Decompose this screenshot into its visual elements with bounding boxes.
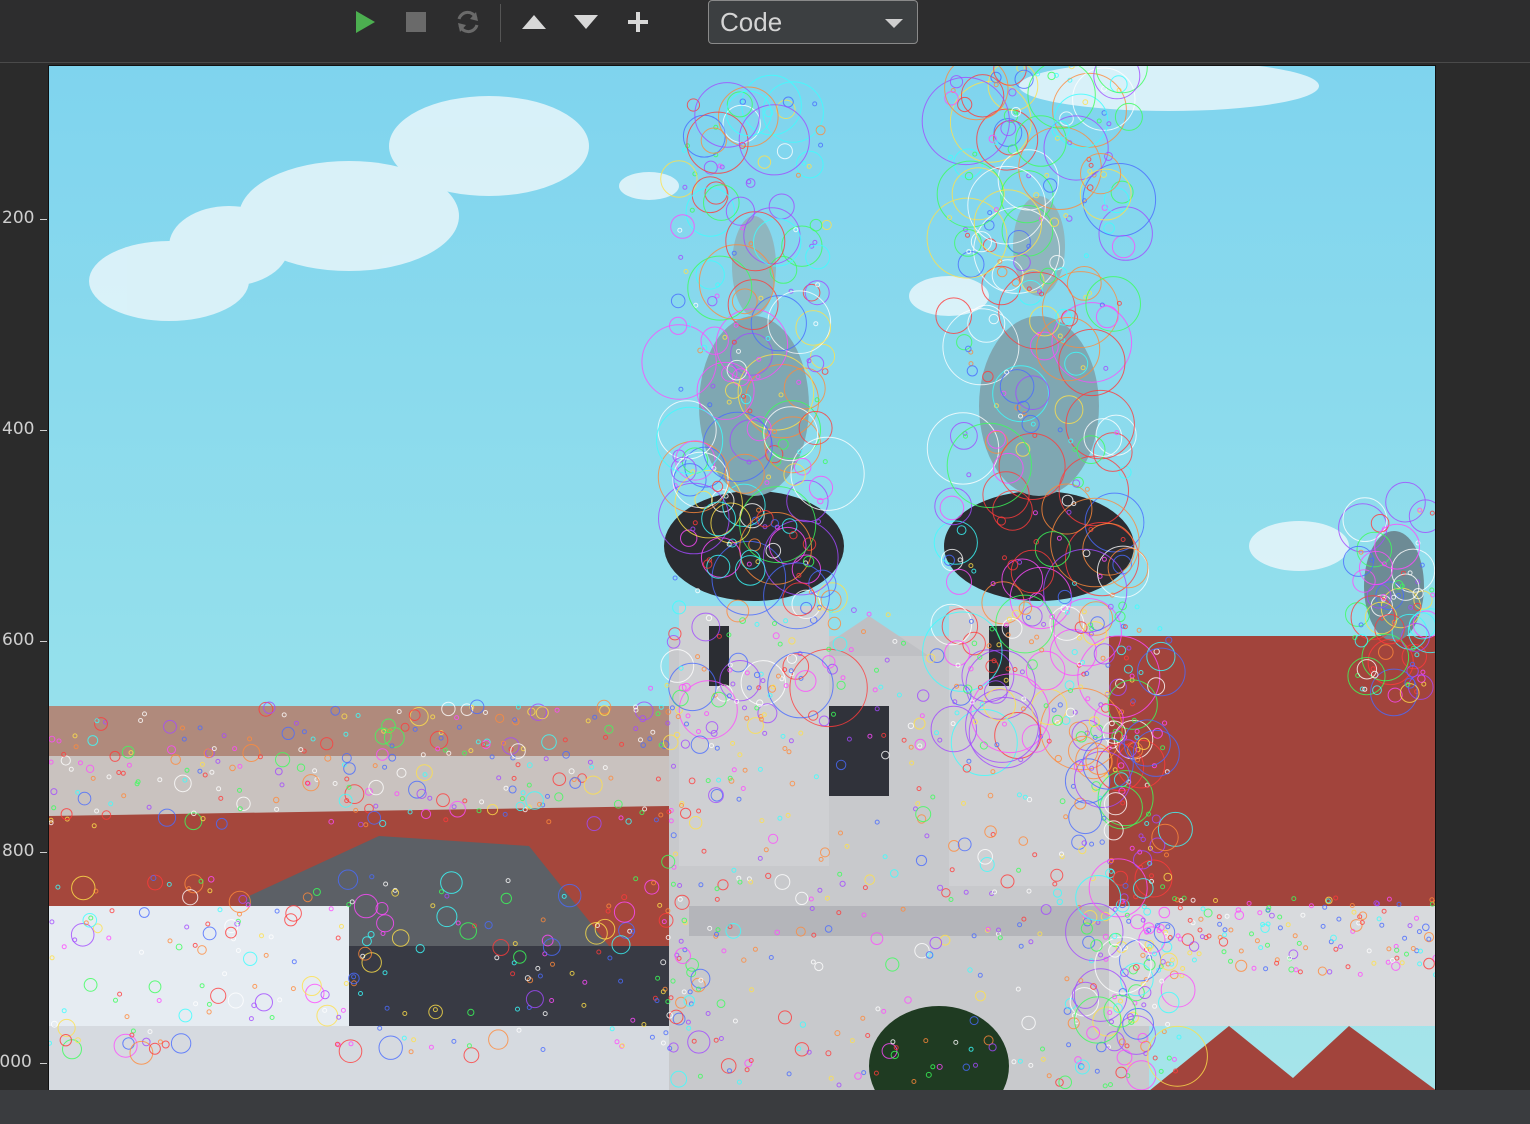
church-photo-with-keypoints xyxy=(49,66,1435,1090)
output-footer xyxy=(0,1090,1530,1124)
cell-type-label: Code xyxy=(720,6,783,37)
y-tick-mark xyxy=(40,1063,47,1064)
restart-icon xyxy=(457,10,479,34)
toolbar-separator xyxy=(500,4,501,42)
stop-button[interactable] xyxy=(396,2,436,42)
right-red-roof xyxy=(1109,636,1435,906)
cell-type-dropdown[interactable]: Code xyxy=(708,0,918,44)
chevron-down-icon xyxy=(885,19,903,28)
y-tick-label: ,000 xyxy=(0,1052,32,1072)
y-tick-label: 800 xyxy=(2,841,35,861)
restart-kernel-button[interactable] xyxy=(448,2,488,42)
triangle-up-icon xyxy=(522,15,546,29)
stop-icon xyxy=(406,12,426,32)
y-axis: 200 400 600 800 ,000 xyxy=(0,63,48,1090)
add-cell-button[interactable] xyxy=(618,2,658,42)
y-tick-label: 200 xyxy=(2,208,35,228)
play-icon xyxy=(356,11,375,33)
y-tick-label: 400 xyxy=(2,419,35,439)
notebook-toolbar: Code xyxy=(0,0,1530,63)
move-cell-up-button[interactable] xyxy=(514,2,554,42)
plus-icon xyxy=(628,12,648,32)
move-cell-down-button[interactable] xyxy=(566,2,606,42)
keypoint-image-plot xyxy=(48,65,1436,1090)
y-tick-label: 600 xyxy=(2,630,35,650)
run-cell-button[interactable] xyxy=(345,2,385,42)
triangle-down-icon xyxy=(574,15,598,29)
cell-output-area: 200 400 600 800 ,000 xyxy=(0,63,1530,1090)
